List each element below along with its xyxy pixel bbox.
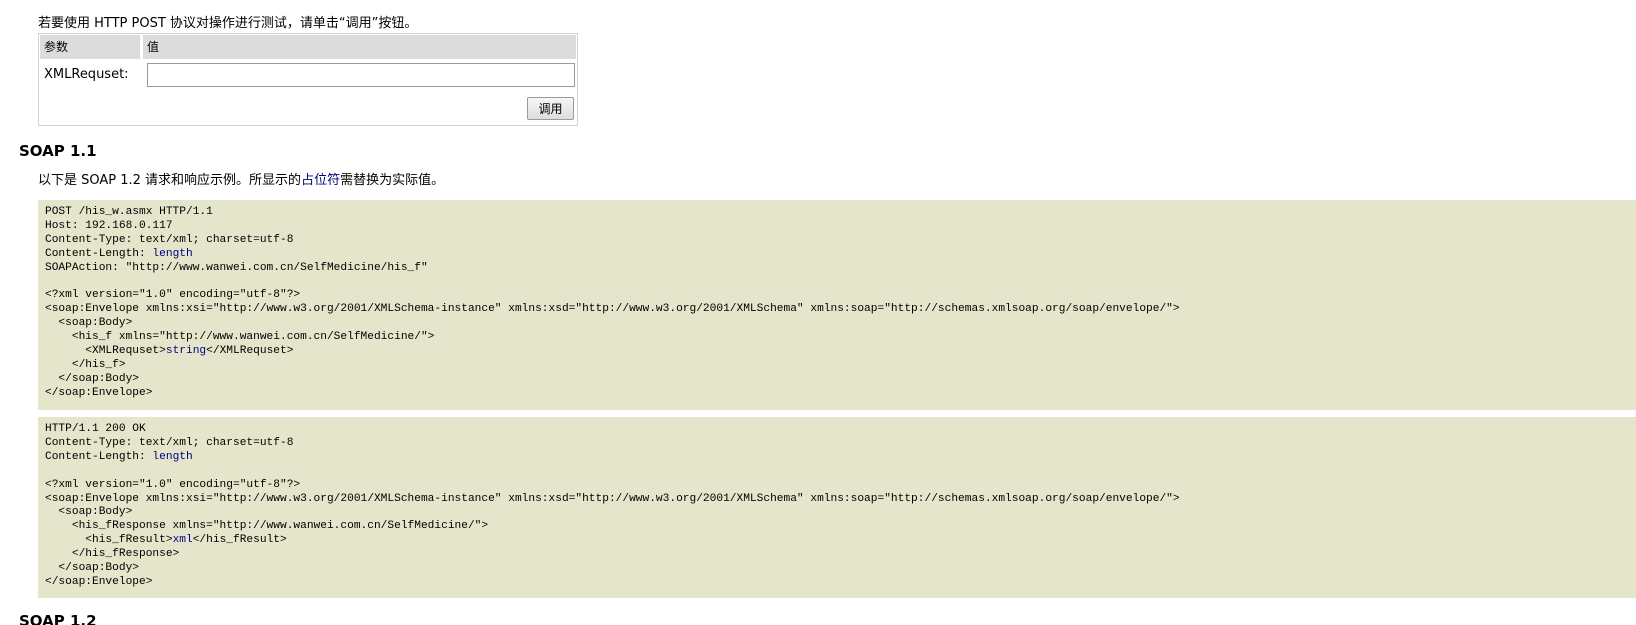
request-code-line: </soap:Body>	[45, 373, 1629, 387]
code-text: <soap:Body>	[45, 506, 133, 519]
invoke-parameter-form: 参数 值 XMLRequset: 调用	[38, 33, 578, 126]
code-text: Content-Type: text/xml; charset=utf-8	[45, 233, 294, 246]
code-text: </soap:Body>	[45, 372, 139, 385]
placeholder-link[interactable]: 占位符	[301, 173, 340, 188]
code-text: <soap:Envelope xmlns:xsi="http://www.w3.…	[45, 492, 1180, 505]
response-code-line: <his_fResult>xml</his_fResult>	[45, 534, 1629, 548]
note-text-before: 以下是 SOAP 1.2 请求和响应示例。所显示的	[38, 173, 302, 188]
code-text: <his_f xmlns="http://www.wanwei.com.cn/S…	[45, 331, 435, 344]
xmlrequest-parameter-label: XMLRequset:	[44, 67, 129, 82]
request-code-line: <his_f xmlns="http://www.wanwei.com.cn/S…	[45, 331, 1629, 345]
request-code-line: </soap:Envelope>	[45, 387, 1629, 401]
request-code-line: <soap:Envelope xmlns:xsi="http://www.w3.…	[45, 303, 1629, 317]
code-text: Content-Type: text/xml; charset=utf-8	[45, 436, 294, 449]
request-code-line: <?xml version="1.0" encoding="utf-8"?>	[45, 289, 1629, 303]
xmlrequest-input[interactable]	[147, 63, 575, 87]
response-code-line: </soap:Body>	[45, 562, 1629, 576]
soap-request-sample: POST /his_w.asmx HTTP/1.1 Host: 192.168.0…	[38, 200, 1636, 410]
response-code-line: <his_fResponse xmlns="http://www.wanwei.…	[45, 520, 1629, 534]
request-code-line: Host: 192.168.0.117	[45, 220, 1629, 234]
response-code-line: </soap:Envelope>	[45, 576, 1629, 590]
response-code-line: <?xml version="1.0" encoding="utf-8"?>	[45, 479, 1629, 493]
code-text: <soap:Envelope xmlns:xsi="http://www.w3.…	[45, 303, 1180, 316]
code-text: <soap:Body>	[45, 317, 133, 330]
code-text: <his_fResponse xmlns="http://www.wanwei.…	[45, 520, 489, 533]
code-text: HTTP/1.1 200 OK	[45, 423, 146, 435]
code-text: <?xml version="1.0" encoding="utf-8"?>	[45, 289, 301, 302]
response-code-line: Content-Type: text/xml; charset=utf-8	[45, 437, 1629, 451]
code-text: SOAPAction: "http://www.wanwei.com.cn/Se…	[45, 261, 428, 274]
soap-response-sample: HTTP/1.1 200 OK Content-Type: text/xml; c…	[38, 417, 1636, 598]
http-post-instructions: 若要使用 HTTP POST 协议对操作进行测试，请单击“调用”按钮。	[38, 16, 418, 31]
request-code-line: POST /his_w.asmx HTTP/1.1	[45, 206, 1629, 220]
placeholder-value: xml	[172, 534, 193, 547]
placeholder-value: string	[165, 345, 207, 358]
code-text: </XMLRequset>	[206, 345, 294, 358]
code-text: POST /his_w.asmx HTTP/1.1	[45, 206, 213, 218]
invoke-button[interactable]: 调用	[527, 97, 574, 120]
code-text: </soap:Envelope>	[45, 386, 153, 399]
request-code-line: ​	[45, 276, 1629, 290]
code-text: Content-Length:	[45, 450, 153, 463]
soap-example-note: 以下是 SOAP 1.2 请求和响应示例。所显示的占位符需替换为实际值。	[38, 172, 444, 190]
note-text-after: 需替换为实际值。	[340, 173, 445, 188]
code-text: </soap:Envelope>	[45, 575, 153, 588]
parameter-column-header: 参数	[40, 35, 140, 59]
code-text: </his_f>	[45, 358, 126, 371]
request-code-line: </his_f>	[45, 359, 1629, 373]
response-code-line: <soap:Body>	[45, 506, 1629, 520]
code-text: </his_fResult>	[192, 534, 287, 547]
code-text: </his_fResponse>	[45, 548, 180, 561]
code-text: <his_fResult>	[45, 534, 173, 547]
response-code-line: Content-Length: length	[45, 451, 1629, 465]
code-text: <?xml version="1.0" encoding="utf-8"?>	[45, 478, 301, 491]
value-column-header: 值	[143, 35, 576, 59]
placeholder-value: length	[152, 247, 193, 260]
request-code-line: <XMLRequset>string</XMLRequset>	[45, 345, 1629, 359]
code-text: </soap:Body>	[45, 562, 139, 575]
web-service-test-page: 若要使用 HTTP POST 协议对操作进行测试，请单击“调用”按钮。 参数 值…	[0, 0, 1636, 625]
response-code-line: <soap:Envelope xmlns:xsi="http://www.w3.…	[45, 493, 1629, 507]
request-code-line: Content-Length: length	[45, 248, 1629, 262]
code-text: Host: 192.168.0.117	[45, 219, 173, 232]
placeholder-value: length	[152, 450, 193, 463]
code-text: <XMLRequset>	[45, 345, 166, 358]
request-code-line: SOAPAction: "http://www.wanwei.com.cn/Se…	[45, 262, 1629, 276]
response-code-line: </his_fResponse>	[45, 548, 1629, 562]
response-code-line: HTTP/1.1 200 OK	[45, 423, 1629, 437]
soap-1-1-heading: SOAP 1.1	[19, 142, 97, 160]
request-code-line: <soap:Body>	[45, 317, 1629, 331]
code-text: Content-Length:	[45, 247, 153, 260]
request-code-line: Content-Type: text/xml; charset=utf-8	[45, 234, 1629, 248]
soap-1-2-heading: SOAP 1.2	[19, 612, 97, 625]
response-code-line: ​	[45, 465, 1629, 479]
